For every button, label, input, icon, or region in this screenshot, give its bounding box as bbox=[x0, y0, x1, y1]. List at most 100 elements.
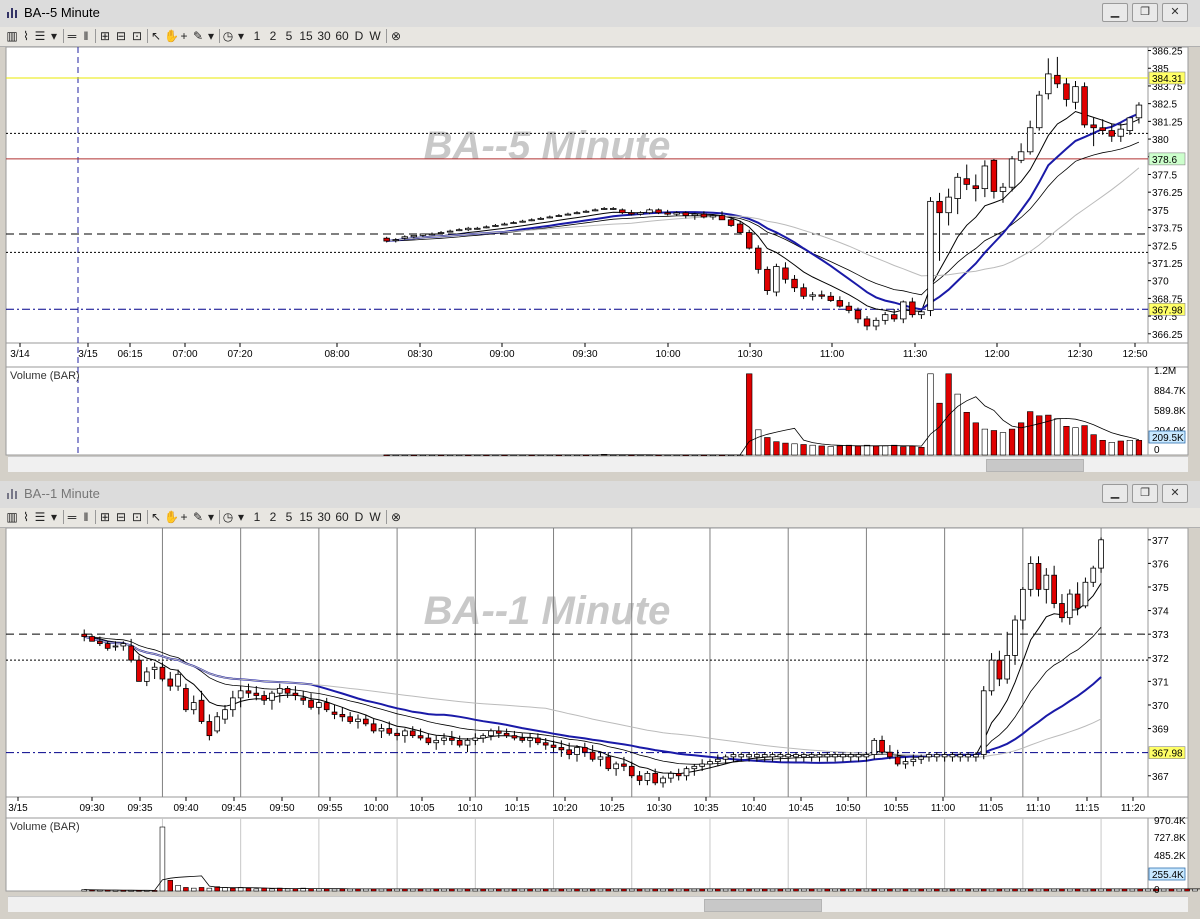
cancel-icon[interactable]: ⊗ bbox=[390, 509, 402, 525]
candle-body bbox=[143, 671, 150, 682]
chevron-down-icon[interactable]: ▾ bbox=[236, 509, 246, 525]
maximize-button[interactable]: ❐ bbox=[1132, 3, 1158, 22]
crosshair-mode-icon[interactable]: ═ bbox=[66, 509, 78, 525]
bar-style-icon[interactable]: ▥ bbox=[6, 28, 18, 44]
candle-body bbox=[972, 185, 980, 190]
zoom-out-icon[interactable]: ⊟ bbox=[114, 509, 128, 525]
area-style-icon[interactable]: ☰ bbox=[34, 28, 46, 44]
period-d[interactable]: D bbox=[353, 509, 365, 525]
chart-area-1min[interactable]: BA--1 Minute Volume (BAR) 377 376 375 374 373 3… bbox=[0, 528, 1200, 901]
zoom-out-icon[interactable]: ⊟ bbox=[114, 28, 128, 44]
crosshair-icon[interactable]: + bbox=[178, 28, 190, 44]
chevron-down-icon[interactable]: ▾ bbox=[236, 28, 246, 44]
line-style-icon[interactable]: ⌇ bbox=[20, 509, 32, 525]
period-w[interactable]: W bbox=[368, 28, 382, 44]
candle-body bbox=[769, 754, 776, 758]
period-15[interactable]: 15 bbox=[298, 509, 314, 525]
chevron-down-icon[interactable]: ▾ bbox=[48, 28, 60, 44]
scrollbar-thumb[interactable] bbox=[986, 459, 1084, 472]
volume-bar bbox=[782, 442, 789, 456]
hand-icon[interactable]: ✋ bbox=[164, 28, 179, 44]
clock-icon[interactable]: ◷ bbox=[222, 509, 234, 525]
horizontal-scrollbar[interactable] bbox=[8, 456, 1188, 472]
hand-icon[interactable]: ✋ bbox=[164, 509, 179, 525]
period-5[interactable]: 5 bbox=[284, 28, 294, 44]
volume-bar bbox=[981, 428, 988, 456]
volume-bar bbox=[972, 422, 979, 456]
window-titlebar[interactable]: BA--1 Minute ▁ ❐ ✕ bbox=[0, 481, 1200, 509]
candle-body bbox=[566, 749, 573, 755]
chart-toolbar: ▥ ⌇ ☰ ▾ ═ ‖ ⊞ ⊟ ⊡ ↖ ✋ + ✎ ▾ ◷ ▾ 1 2 5 15… bbox=[0, 27, 1200, 47]
period-d[interactable]: D bbox=[353, 28, 365, 44]
area-style-icon[interactable]: ☰ bbox=[34, 509, 46, 525]
horizontal-scrollbar[interactable] bbox=[8, 896, 1188, 912]
candle bbox=[980, 686, 987, 760]
line-style-icon[interactable]: ⌇ bbox=[20, 28, 32, 44]
maximize-button[interactable]: ❐ bbox=[1132, 484, 1158, 503]
volume-bar bbox=[773, 441, 780, 456]
crosshair-mode-icon[interactable]: ═ bbox=[66, 28, 78, 44]
period-30[interactable]: 30 bbox=[316, 509, 332, 525]
period-30[interactable]: 30 bbox=[316, 28, 332, 44]
candle-body bbox=[1027, 562, 1034, 590]
period-60[interactable]: 60 bbox=[334, 28, 350, 44]
price-tick-label: 376 bbox=[1152, 559, 1169, 570]
period-5[interactable]: 5 bbox=[284, 509, 294, 525]
close-button[interactable]: ✕ bbox=[1162, 3, 1188, 22]
pencil-icon[interactable]: ✎ bbox=[192, 509, 204, 525]
candle-body bbox=[918, 311, 925, 316]
candle-body bbox=[754, 754, 760, 758]
close-button[interactable]: ✕ bbox=[1162, 484, 1188, 503]
candle-body bbox=[362, 718, 369, 725]
chart-area-5min[interactable]: BA--5 MinuteVolume (BAR)386.25385383.753… bbox=[0, 47, 1200, 458]
time-tick-label: 11:05 bbox=[979, 803, 1004, 814]
pointer-icon[interactable]: ↖ bbox=[150, 509, 162, 525]
pause-icon[interactable]: ‖ bbox=[80, 509, 92, 525]
minimize-button[interactable]: ▁ bbox=[1102, 3, 1128, 22]
chevron-down-icon[interactable]: ▾ bbox=[206, 509, 216, 525]
candle-body bbox=[600, 208, 608, 210]
volume-tick-label: 970.4K bbox=[1154, 816, 1186, 827]
candle bbox=[755, 245, 762, 274]
minimize-button[interactable]: ▁ bbox=[1102, 484, 1128, 503]
candle-body bbox=[918, 756, 924, 760]
window-titlebar[interactable]: BA--5 Minute ▁ ❐ ✕ bbox=[0, 0, 1200, 28]
period-60[interactable]: 60 bbox=[334, 509, 350, 525]
period-1[interactable]: 1 bbox=[252, 509, 262, 525]
scrollbar-thumb[interactable] bbox=[704, 899, 822, 912]
time-tick-label: 11:20 bbox=[1121, 803, 1146, 814]
candle-body bbox=[1004, 655, 1011, 680]
volume-bar bbox=[882, 445, 889, 456]
volume-bar bbox=[198, 887, 205, 892]
bar-style-icon[interactable]: ▥ bbox=[6, 509, 18, 525]
zoom-in-icon[interactable]: ⊞ bbox=[98, 28, 112, 44]
period-15[interactable]: 15 bbox=[298, 28, 314, 44]
volume-bar bbox=[755, 429, 762, 456]
time-tick-label: 11:30 bbox=[903, 349, 928, 360]
cancel-icon[interactable]: ⊗ bbox=[390, 28, 402, 44]
chevron-down-icon[interactable]: ▾ bbox=[206, 28, 216, 44]
clock-icon[interactable]: ◷ bbox=[222, 28, 234, 44]
period-w[interactable]: W bbox=[368, 509, 382, 525]
volume-tag-value: 255.4K bbox=[1152, 870, 1184, 881]
period-2[interactable]: 2 bbox=[268, 28, 278, 44]
period-2[interactable]: 2 bbox=[268, 509, 278, 525]
zoom-in-icon[interactable]: ⊞ bbox=[98, 509, 112, 525]
candle-body bbox=[89, 636, 95, 642]
period-1[interactable]: 1 bbox=[252, 28, 262, 44]
pointer-icon[interactable]: ↖ bbox=[150, 28, 162, 44]
zoom-fit-icon[interactable]: ⊡ bbox=[130, 509, 144, 525]
pause-icon[interactable]: ‖ bbox=[80, 28, 92, 44]
candle-body bbox=[528, 219, 535, 222]
pencil-icon[interactable]: ✎ bbox=[192, 28, 204, 44]
price-tick-label: 376.25 bbox=[1152, 188, 1183, 199]
price-tick-label: 377 bbox=[1152, 536, 1169, 547]
chevron-down-icon[interactable]: ▾ bbox=[48, 509, 60, 525]
crosshair-icon[interactable]: + bbox=[178, 509, 190, 525]
volume-bar bbox=[1135, 440, 1143, 456]
zoom-fit-icon[interactable]: ⊡ bbox=[130, 28, 144, 44]
time-tick-label: 09:35 bbox=[127, 803, 152, 814]
candle-body bbox=[926, 754, 932, 758]
candle-body bbox=[472, 737, 479, 741]
candle-body bbox=[555, 215, 563, 217]
